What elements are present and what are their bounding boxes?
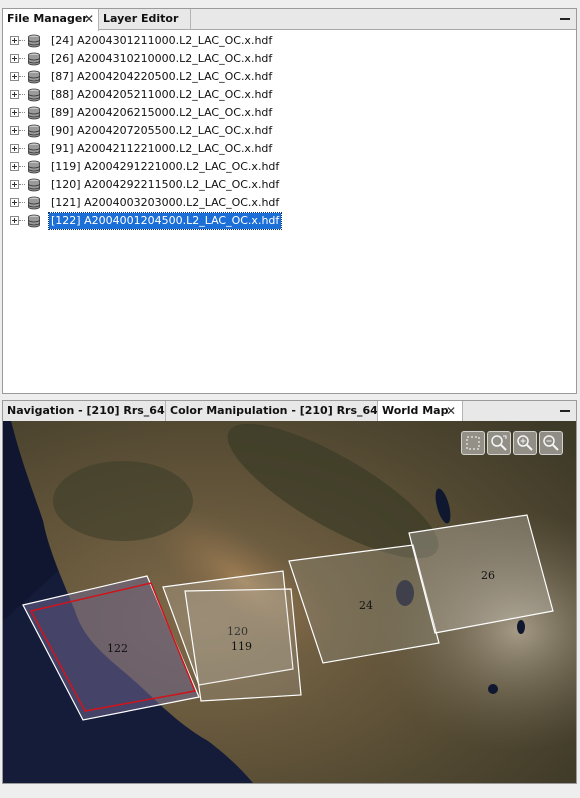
file-label: [119] A2004291221000.L2_LAC_OC.x.hdf — [51, 160, 280, 173]
footprint-label: 24 — [359, 599, 373, 612]
close-icon[interactable]: ✕ — [446, 401, 456, 421]
database-icon — [27, 34, 41, 48]
tree-connector — [19, 76, 25, 77]
zoom-out-icon[interactable] — [539, 431, 563, 455]
tree-connector — [19, 220, 25, 221]
file-tree-item[interactable]: [121] A2004003203000.L2_LAC_OC.x.hdf — [7, 194, 307, 212]
minimize-icon[interactable] — [560, 410, 570, 412]
expand-icon[interactable] — [10, 180, 19, 189]
expand-icon[interactable] — [10, 90, 19, 99]
expand-icon[interactable] — [10, 72, 19, 81]
database-icon — [27, 214, 41, 228]
tree-connector — [19, 148, 25, 149]
world-map-panel: Navigation - [210] Rrs_645 Color Manipul… — [2, 400, 577, 784]
tab-layer-editor[interactable]: Layer Editor — [99, 9, 191, 30]
file-tree-item[interactable]: [89] A2004206215000.L2_LAC_OC.x.hdf — [7, 104, 307, 122]
file-label: [87] A2004204220500.L2_LAC_OC.x.hdf — [51, 70, 273, 83]
lake — [517, 620, 525, 634]
tree-connector — [19, 166, 25, 167]
file-tree-item[interactable]: [122] A2004001204500.L2_LAC_OC.x.hdf — [7, 212, 307, 230]
database-icon — [27, 70, 41, 84]
pan-zoom-icon[interactable] — [487, 431, 511, 455]
tree-connector — [19, 130, 25, 131]
expand-icon[interactable] — [10, 216, 19, 225]
satellite-map: 122 120 119 24 26 — [3, 421, 576, 783]
footprint-26[interactable]: 26 — [408, 514, 554, 634]
tree-connector — [19, 202, 25, 203]
file-label: [90] A2004207205500.L2_LAC_OC.x.hdf — [51, 124, 273, 137]
footprint-label: 26 — [481, 569, 495, 582]
expand-icon[interactable] — [10, 54, 19, 63]
footprint-label: 119 — [231, 640, 252, 653]
database-icon — [27, 88, 41, 102]
tree-connector — [19, 94, 25, 95]
tree-connector — [19, 112, 25, 113]
expand-icon[interactable] — [10, 36, 19, 45]
minimize-icon[interactable] — [560, 18, 570, 20]
file-tree-item[interactable]: [87] A2004204220500.L2_LAC_OC.x.hdf — [7, 68, 307, 86]
database-icon — [27, 52, 41, 66]
file-tree-item[interactable]: [24] A2004301211000.L2_LAC_OC.x.hdf — [7, 32, 307, 50]
file-manager-panel: File Manager ✕ Layer Editor [24] A200430… — [2, 8, 577, 394]
database-icon — [27, 124, 41, 138]
select-tool-icon[interactable] — [461, 431, 485, 455]
tab-color-manipulation[interactable]: Color Manipulation - [210] Rrs_645 — [166, 401, 378, 422]
close-icon[interactable]: ✕ — [84, 9, 94, 29]
file-tree-item[interactable]: [119] A2004291221000.L2_LAC_OC.x.hdf — [7, 158, 307, 176]
lake — [488, 684, 498, 694]
database-icon — [27, 142, 41, 156]
expand-icon[interactable] — [10, 108, 19, 117]
tab-world-map-label: World Map — [382, 404, 449, 417]
world-map-view[interactable]: 122 120 119 24 26 — [3, 421, 576, 783]
file-label: [120] A2004292211500.L2_LAC_OC.x.hdf — [51, 178, 280, 191]
file-label: [121] A2004003203000.L2_LAC_OC.x.hdf — [51, 196, 280, 209]
file-tree-item[interactable]: [88] A2004205211000.L2_LAC_OC.x.hdf — [7, 86, 307, 104]
database-icon — [27, 160, 41, 174]
map-zoom-toolbar — [461, 431, 567, 457]
tab-world-map[interactable]: World Map ✕ — [378, 401, 463, 423]
database-icon — [27, 196, 41, 210]
top-tab-bar: File Manager ✕ Layer Editor — [3, 9, 576, 31]
tab-navigation-label: Navigation - [210] Rrs_645 — [7, 404, 166, 417]
expand-icon[interactable] — [10, 126, 19, 135]
file-label: [122] A2004001204500.L2_LAC_OC.x.hdf — [47, 212, 283, 230]
database-icon — [27, 106, 41, 120]
tab-navigation[interactable]: Navigation - [210] Rrs_645 — [3, 401, 166, 422]
expand-icon[interactable] — [10, 162, 19, 171]
zoom-in-icon[interactable] — [513, 431, 537, 455]
database-icon — [27, 178, 41, 192]
file-tree-item[interactable]: [90] A2004207205500.L2_LAC_OC.x.hdf — [7, 122, 307, 140]
file-label: [26] A2004310210000.L2_LAC_OC.x.hdf — [51, 52, 273, 65]
footprint-label: 122 — [107, 642, 128, 655]
tree-connector — [19, 40, 25, 41]
file-label: [91] A2004211221000.L2_LAC_OC.x.hdf — [51, 142, 273, 155]
file-label: [89] A2004206215000.L2_LAC_OC.x.hdf — [51, 106, 273, 119]
bottom-tab-bar: Navigation - [210] Rrs_645 Color Manipul… — [3, 401, 576, 423]
tab-file-manager[interactable]: File Manager ✕ — [3, 9, 99, 31]
file-label: [88] A2004205211000.L2_LAC_OC.x.hdf — [51, 88, 273, 101]
tab-layer-editor-label: Layer Editor — [103, 12, 179, 25]
tab-color-manipulation-label: Color Manipulation - [210] Rrs_645 — [170, 404, 378, 417]
file-label: [24] A2004301211000.L2_LAC_OC.x.hdf — [51, 34, 273, 47]
tree-connector — [19, 58, 25, 59]
tree-connector — [19, 184, 25, 185]
file-tree-item[interactable]: [120] A2004292211500.L2_LAC_OC.x.hdf — [7, 176, 307, 194]
file-tree-item[interactable]: [26] A2004310210000.L2_LAC_OC.x.hdf — [7, 50, 307, 68]
coastal-range — [53, 461, 193, 541]
expand-icon[interactable] — [10, 198, 19, 207]
tab-file-manager-label: File Manager — [7, 12, 88, 25]
footprint-119[interactable]: 119 — [184, 588, 302, 702]
file-tree-item[interactable]: [91] A2004211221000.L2_LAC_OC.x.hdf — [7, 140, 307, 158]
expand-icon[interactable] — [10, 144, 19, 153]
